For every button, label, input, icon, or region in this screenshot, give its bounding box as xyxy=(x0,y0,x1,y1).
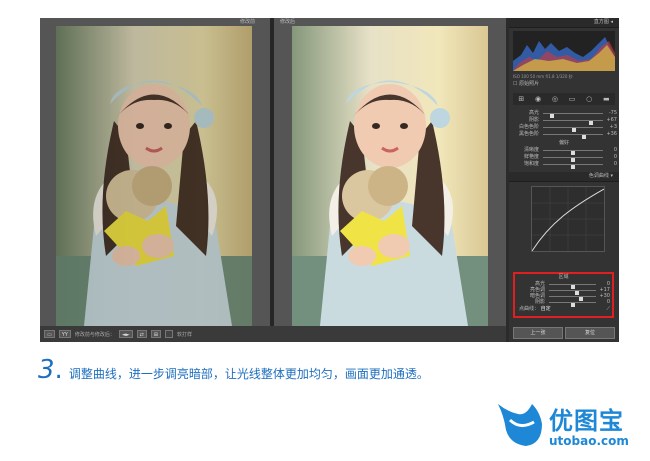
after-label: 修改后 xyxy=(280,19,296,25)
region-sliders: 高光 0 亮色调 +17 暗色调 +30 阴影 0 xyxy=(515,281,612,307)
loupe-view-button[interactable]: ▭ xyxy=(44,330,55,338)
presence-slider-track[interactable] xyxy=(543,150,603,155)
step-text: 调整曲线，进一步调亮暗部，让光线整体更加均匀，画面更加通透。 xyxy=(68,367,429,381)
curve-slider-track[interactable] xyxy=(549,302,596,307)
softproof-checkbox[interactable] xyxy=(164,330,173,338)
tool-strip: ⊞ ◉ ◎ ▭ ○ ▬ xyxy=(513,93,615,105)
after-photo xyxy=(292,26,488,326)
basic-slider-track[interactable] xyxy=(543,113,603,118)
develop-panel: 直方图 ◂ ISO 100 50 mm f/1.8 1/320 秒 ☐ 原始照片… xyxy=(509,18,619,342)
swap-left-right-button[interactable]: ◄► xyxy=(118,330,133,338)
presence-slider-label: 鲜艳度 xyxy=(523,154,539,160)
brush-icon[interactable]: ▬ xyxy=(603,95,610,103)
basic-slider-track[interactable] xyxy=(543,120,603,125)
basic-slider-value[interactable]: +36 xyxy=(604,131,617,138)
redeye-icon[interactable]: ◎ xyxy=(552,95,558,103)
presence-slider-row: 饱和度 0 xyxy=(509,161,619,169)
before-label: 修改前 xyxy=(240,19,256,25)
before-photo xyxy=(56,26,252,326)
brand-url: utobao.com xyxy=(549,434,629,448)
basic-slider-value[interactable]: +67 xyxy=(604,117,617,124)
basic-slider-label: 白色色阶 xyxy=(518,124,539,130)
compare-label: 修改前与修改后： xyxy=(74,331,115,338)
split-divider[interactable] xyxy=(270,18,274,342)
basic-slider-row: 白色色阶 +3 xyxy=(509,124,619,132)
curve-slider-knob[interactable] xyxy=(570,303,575,307)
region-title: 区域 xyxy=(558,274,569,280)
basic-slider-row: 高光 -75 xyxy=(509,110,619,118)
presence-slider-track[interactable] xyxy=(543,157,603,162)
nav-buttons: 上一张 复位 xyxy=(513,327,615,339)
spot-removal-icon[interactable]: ◉ xyxy=(535,95,541,103)
channel-label: 点曲线： xyxy=(519,306,540,312)
basic-slider-label: 阴影 xyxy=(528,117,539,123)
point-curve-row[interactable]: 点曲线： 自定 ⟋ xyxy=(515,305,612,313)
region-highlight: 区域 高光 0 亮色调 +17 暗色调 +30 阴影 0 点曲线： 自定 ⟋ xyxy=(513,272,614,318)
step-dot: . xyxy=(54,355,63,385)
presence-slider-value[interactable]: 0 xyxy=(604,154,617,161)
bottom-toolbar: ▭ YY 修改前与修改后： ◄► ⇄ ⊞ 软打样 xyxy=(40,326,506,342)
lightroom-window: 修改前 修改后 ▭ YY 修改前与修改后： ◄► ⇄ ⊞ 软打样 直方图 ◂ I… xyxy=(40,18,619,342)
curve-slider-track[interactable] xyxy=(549,290,596,295)
presence-slider-value[interactable]: 0 xyxy=(604,161,617,168)
basic-slider-track[interactable] xyxy=(543,127,603,132)
presence-slider-knob[interactable] xyxy=(571,165,575,169)
basic-slider-value[interactable]: +3 xyxy=(604,124,617,131)
compare-view-button[interactable]: YY xyxy=(58,330,71,338)
curve-slider-track[interactable] xyxy=(549,296,596,301)
brand-name: 优图宝 xyxy=(549,407,624,435)
histogram-header[interactable]: 直方图 ◂ xyxy=(509,18,619,28)
tone-curve-header[interactable]: 色调曲线 ▾ xyxy=(509,172,619,182)
brand-logo xyxy=(496,394,546,454)
tone-curve-graph[interactable] xyxy=(531,186,605,252)
curve-slider-row: 阴影 0 xyxy=(515,299,612,307)
curve-slider-label: 阴影 xyxy=(534,299,545,305)
basic-slider-row: 阴影 +67 xyxy=(509,117,619,125)
basic-slider-knob[interactable] xyxy=(581,135,586,139)
basic-slider-label: 黑色色阶 xyxy=(518,131,539,137)
compare-view: 修改前 修改后 ▭ YY 修改前与修改后： ◄► ⇄ ⊞ 软打样 xyxy=(40,18,506,342)
presence-slider-label: 饱和度 xyxy=(523,161,539,167)
presence-slider-label: 清晰度 xyxy=(523,147,539,153)
curve-slider-track[interactable] xyxy=(549,284,596,289)
presence-sliders: 清晰度 0 鲜艳度 0 饱和度 0 xyxy=(509,147,619,169)
basic-slider-row: 黑色色阶 +36 xyxy=(509,131,619,139)
original-photo-toggle[interactable]: ☐ 原始照片 xyxy=(509,80,619,88)
basic-slider-value[interactable]: -75 xyxy=(604,110,617,117)
presence-slider-row: 清晰度 0 xyxy=(509,147,619,155)
step-number: 3 xyxy=(38,355,55,385)
presence-slider-row: 鲜艳度 0 xyxy=(509,154,619,162)
reset-button[interactable]: 复位 xyxy=(565,327,615,339)
step-caption: 3 . 调整曲线，进一步调亮暗部，让光线整体更加均匀，画面更加通透。 xyxy=(38,355,429,385)
channel-select[interactable]: 自定 xyxy=(541,306,551,312)
basic-sliders: 高光 -75 阴影 +67 白色色阶 +3 黑色色阶 +36 xyxy=(509,110,619,139)
graduated-filter-icon[interactable]: ▭ xyxy=(569,95,576,103)
basic-slider-label: 高光 xyxy=(528,110,539,116)
softproof-label: 软打样 xyxy=(176,331,192,338)
presence-title: 偏好 xyxy=(558,140,569,146)
basic-slider-track[interactable] xyxy=(543,134,603,139)
presence-slider-value[interactable]: 0 xyxy=(604,147,617,154)
grid-button[interactable]: ⊞ xyxy=(150,330,161,338)
curve-edit-icon[interactable]: ⟋ xyxy=(606,305,610,313)
crop-tool-icon[interactable]: ⊞ xyxy=(518,95,524,103)
previous-button[interactable]: 上一张 xyxy=(513,327,563,339)
curve-slider-value[interactable]: 0 xyxy=(597,299,610,305)
radial-filter-icon[interactable]: ○ xyxy=(586,95,592,103)
histogram xyxy=(513,31,615,71)
presence-slider-track[interactable] xyxy=(543,164,603,169)
swap-settings-button[interactable]: ⇄ xyxy=(136,330,147,338)
